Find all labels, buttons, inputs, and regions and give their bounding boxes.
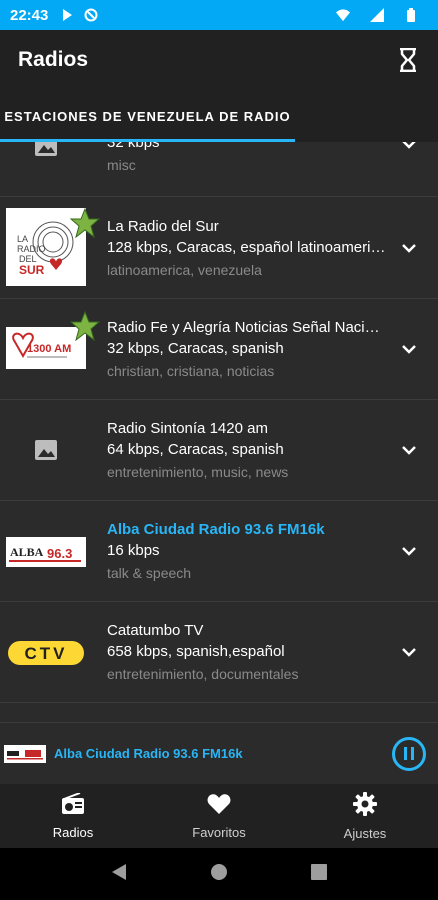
alba-ciudad-logo [4,744,46,763]
page-title: Radios [18,48,89,71]
alba-ciudad-logo: ALBA 96.3 [6,537,86,567]
station-name: Radio Fe y Alegría Noticias Señal Nacion… [107,319,387,336]
favorite-star-icon[interactable] [69,207,101,239]
logo-text-radio: RADIO [17,244,46,254]
logo-text-ctv: CTV [25,644,68,663]
chevron-down-icon[interactable] [400,239,418,257]
station-row[interactable]: CTV Catatumbo TV 658 kbps, spanish,españ… [0,602,438,703]
placeholder-image-icon [6,142,86,164]
station-tags: entretenimiento, documentales [107,666,299,682]
signal-icon [370,8,384,22]
station-meta: 658 kbps, spanish,español [107,643,285,660]
station-meta: 32 kbps, Caracas, spanish [107,340,284,357]
station-row[interactable]: 1300 AM Radio Fe y Alegría Noticias Seña… [0,299,438,400]
radio-icon [61,791,85,820]
station-meta: 16 kbps [107,542,160,559]
status-time: 22:43 [10,6,49,24]
chevron-down-icon[interactable] [400,441,418,459]
chevron-down-icon[interactable] [400,542,418,560]
chevron-down-icon[interactable] [400,643,418,661]
logo-text-sur: SUR [19,263,45,277]
logo-text-alba: ALBA [10,545,44,559]
station-tags: entretenimiento, music, news [107,464,289,480]
chevron-down-icon[interactable] [400,142,418,153]
station-row[interactable]: Radio Sintonía 1420 am 64 kbps, Caracas,… [0,400,438,501]
station-meta: 32 kbps [107,142,160,151]
app-screen: 22:43 Radios ESTACIONES DE VENEZUELA DE … [0,0,438,900]
play-icon [60,8,74,22]
player-title: Alba Ciudad Radio 93.6 FM16k [54,746,243,761]
hourglass-icon[interactable] [396,47,420,73]
station-name: Catatumbo TV [107,622,204,639]
wifi-icon [336,8,350,22]
station-tags: misc [107,157,136,173]
chevron-down-icon[interactable] [400,340,418,358]
catatumbo-tv-logo: CTV [6,638,86,668]
heart-icon [207,793,231,820]
gear-icon [353,791,377,821]
station-list[interactable]: 32 kbps misc LA RADIO DEL SUR La Radio d… [0,142,438,736]
nav-label: Favoritos [192,824,246,840]
station-tags: christian, cristiana, noticias [107,363,275,379]
bottom-nav: Radios Favoritos Ajustes [0,784,438,848]
battery-icon [404,8,418,22]
favorite-star-icon[interactable] [69,310,101,342]
station-row[interactable]: 32 kbps misc [0,142,438,197]
logo-text-1300: 1300 AM [27,343,71,355]
station-row[interactable]: ALBA 96.3 Alba Ciudad Radio 93.6 FM16k 1… [0,501,438,602]
station-name: Alba Ciudad Radio 93.6 FM16k [107,521,325,538]
logo-text-963: 96.3 [47,546,72,561]
data-saver-icon [84,8,98,22]
nav-label: Radios [52,824,94,840]
status-bar: 22:43 [0,0,438,30]
tab-bar: ESTACIONES DE VENEZUELA DE RADIO [0,90,438,142]
mini-player[interactable]: Alba Ciudad Radio 93.6 FM16k [0,722,438,784]
recents-icon[interactable] [310,863,327,885]
nav-item-radios[interactable]: Radios [0,784,146,848]
pause-icon-bar [404,747,407,760]
nav-label: Ajustes [343,825,387,841]
app-bar: Radios [0,30,438,90]
nav-item-ajustes[interactable]: Ajustes [292,784,438,848]
system-nav-bar [0,848,438,900]
station-tags: latinoamerica, venezuela [107,262,262,278]
station-name: Radio Sintonía 1420 am [107,420,268,437]
station-tags: talk & speech [107,565,192,581]
tab-estaciones[interactable]: ESTACIONES DE VENEZUELA DE RADIO [0,90,295,142]
logo-text-la: LA [17,234,28,244]
placeholder-image-icon [6,430,86,470]
nav-item-favoritos[interactable]: Favoritos [146,784,292,848]
back-icon[interactable] [111,863,127,886]
station-name: La Radio del Sur [107,218,219,235]
station-meta: 128 kbps, Caracas, español latinoamerica… [107,239,387,256]
pause-icon-bar [411,747,414,760]
pause-button[interactable] [392,736,426,771]
station-meta: 64 kbps, Caracas, spanish [107,441,284,458]
station-row[interactable]: LA RADIO DEL SUR La Radio del Sur 128 kb… [0,198,438,299]
home-icon[interactable] [210,863,228,886]
